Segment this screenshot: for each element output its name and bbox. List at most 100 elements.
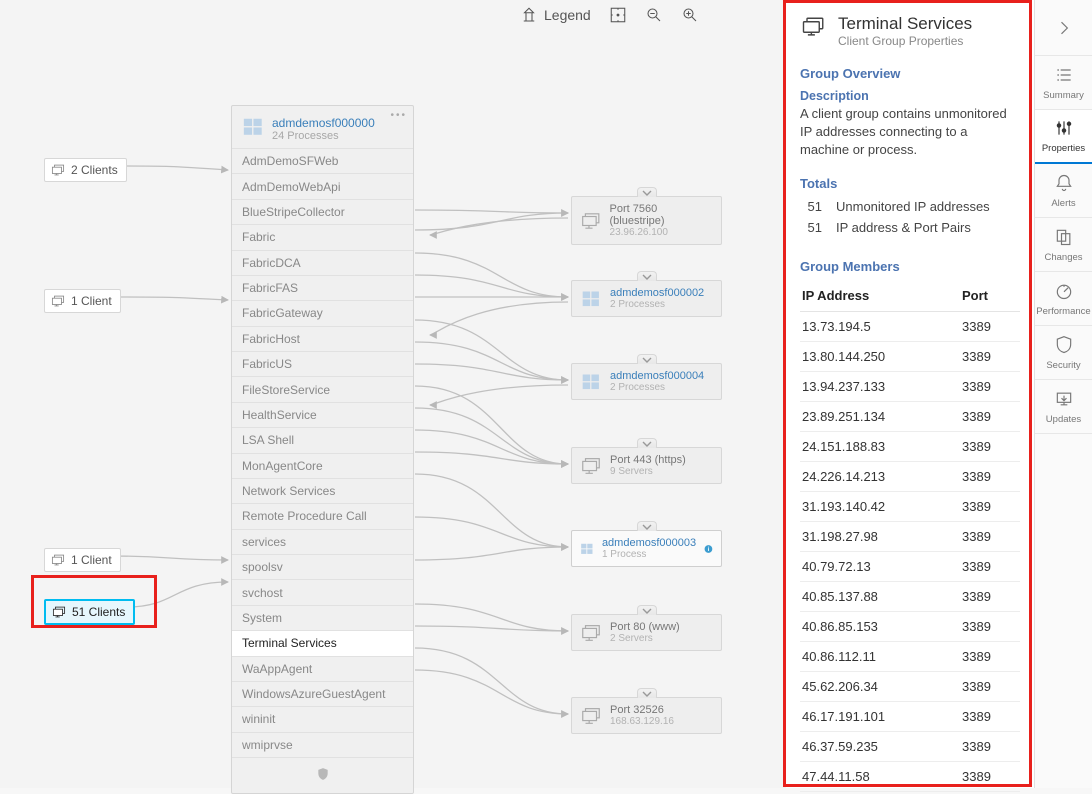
process-label: HealthService xyxy=(242,408,317,422)
expander-button[interactable] xyxy=(637,688,657,698)
process-row[interactable]: WaAppAgent xyxy=(232,656,413,681)
table-row[interactable]: 24.226.14.2133389 xyxy=(800,461,1020,491)
cell-port: 3389 xyxy=(960,731,1020,761)
port-node[interactable]: Port 443 (https)9 Servers xyxy=(571,447,722,484)
client-group-chip[interactable]: 1 Client xyxy=(44,548,121,572)
legend-button[interactable]: Legend xyxy=(520,6,591,24)
cell-ip: 13.80.144.250 xyxy=(800,341,960,371)
process-row[interactable]: Fabric xyxy=(232,224,413,249)
process-row[interactable]: AdmDemoWebApi xyxy=(232,173,413,198)
nav-performance[interactable]: Performance xyxy=(1035,272,1092,326)
table-row[interactable]: 13.94.237.1333389 xyxy=(800,371,1020,401)
nav-expand[interactable] xyxy=(1035,0,1092,56)
nav-changes[interactable]: Changes xyxy=(1035,218,1092,272)
table-row[interactable]: 40.86.112.113389 xyxy=(800,641,1020,671)
table-row[interactable]: 47.44.11.583389 xyxy=(800,761,1020,791)
cell-ip: 13.73.194.5 xyxy=(800,311,960,341)
port-node[interactable]: Port 32526168.63.129.16 xyxy=(571,697,722,734)
peer-title: admdemosf000003 xyxy=(602,537,696,549)
windows-icon xyxy=(580,289,602,309)
nav-label: Updates xyxy=(1046,414,1081,425)
process-row[interactable]: FabricHost xyxy=(232,326,413,351)
process-row[interactable]: FileStoreService xyxy=(232,376,413,401)
expander-button[interactable] xyxy=(637,605,657,615)
peer-title: Port 7560 (bluestripe) xyxy=(610,203,713,227)
server-group-icon xyxy=(580,706,602,726)
table-row[interactable]: 31.198.27.983389 xyxy=(800,521,1020,551)
process-row[interactable]: wininit xyxy=(232,706,413,731)
client-group-chip[interactable]: 1 Client xyxy=(44,289,121,313)
fit-button[interactable] xyxy=(609,6,627,24)
process-row[interactable]: svchost xyxy=(232,579,413,604)
process-row[interactable]: BlueStripeCollector xyxy=(232,199,413,224)
process-row[interactable]: HealthService xyxy=(232,402,413,427)
info-icon[interactable] xyxy=(704,542,713,556)
process-row[interactable]: services xyxy=(232,529,413,554)
expander-button[interactable] xyxy=(637,271,657,281)
port-node[interactable]: Port 7560 (bluestripe)23.96.26.100 xyxy=(571,196,722,245)
expander-button[interactable] xyxy=(637,354,657,364)
process-row[interactable]: LSA Shell xyxy=(232,427,413,452)
process-row[interactable]: MonAgentCore xyxy=(232,453,413,478)
process-row[interactable]: System xyxy=(232,605,413,630)
client-group-chip[interactable]: 2 Clients xyxy=(44,158,127,182)
expander-button[interactable] xyxy=(637,187,657,197)
server-node[interactable]: admdemosf0000042 Processes xyxy=(571,363,722,400)
process-label: wininit xyxy=(242,712,275,726)
nav-updates[interactable]: Updates xyxy=(1035,380,1092,434)
machine-node[interactable]: ••• admdemosf000000 24 Processes AdmDemo… xyxy=(231,105,414,794)
process-label: AdmDemoSFWeb xyxy=(242,154,338,168)
expander-button[interactable] xyxy=(637,521,657,531)
nav-summary[interactable]: Summary xyxy=(1035,56,1092,110)
table-row[interactable]: 13.73.194.53389 xyxy=(800,311,1020,341)
shield-icon xyxy=(316,766,330,782)
table-row[interactable]: 46.17.191.1013389 xyxy=(800,701,1020,731)
process-row[interactable]: Terminal Services xyxy=(232,630,413,655)
process-row[interactable]: Remote Procedure Call xyxy=(232,503,413,528)
expander-button[interactable] xyxy=(637,438,657,448)
table-row[interactable]: 13.80.144.2503389 xyxy=(800,341,1020,371)
table-row[interactable]: 40.86.85.1533389 xyxy=(800,611,1020,641)
process-row[interactable]: WindowsAzureGuestAgent xyxy=(232,681,413,706)
nav-alerts[interactable]: Alerts xyxy=(1035,164,1092,218)
table-row[interactable]: 24.151.188.833389 xyxy=(800,431,1020,461)
process-row[interactable]: FabricGateway xyxy=(232,300,413,325)
process-row[interactable]: wmiprvse xyxy=(232,732,413,757)
alerts-icon xyxy=(1054,173,1074,196)
chevron-down-icon xyxy=(642,608,652,614)
server-group-icon xyxy=(580,211,602,231)
zoom-out-icon xyxy=(645,6,663,24)
process-label: BlueStripeCollector xyxy=(242,205,345,219)
process-label: FileStoreService xyxy=(242,383,330,397)
nav-security[interactable]: Security xyxy=(1035,326,1092,380)
cell-ip: 46.37.59.235 xyxy=(800,731,960,761)
col-ip: IP Address xyxy=(800,282,960,312)
table-row[interactable]: 45.62.206.343389 xyxy=(800,671,1020,701)
peer-title: Port 32526 xyxy=(610,704,674,716)
port-node[interactable]: Port 80 (www)2 Servers xyxy=(571,614,722,651)
machine-node-header: admdemosf000000 24 Processes xyxy=(232,106,413,148)
nav-properties[interactable]: Properties xyxy=(1035,110,1092,164)
table-row[interactable]: 23.89.251.1343389 xyxy=(800,401,1020,431)
table-row[interactable]: 31.193.140.423389 xyxy=(800,491,1020,521)
node-menu-icon[interactable]: ••• xyxy=(390,110,407,121)
chevron-down-icon xyxy=(642,691,652,697)
process-row[interactable]: FabricUS xyxy=(232,351,413,376)
server-node[interactable]: admdemosf0000022 Processes xyxy=(571,280,722,317)
windows-icon xyxy=(580,539,594,559)
table-row[interactable]: 46.37.59.2353389 xyxy=(800,731,1020,761)
table-row[interactable]: 40.85.137.883389 xyxy=(800,581,1020,611)
peer-subtitle: 2 Servers xyxy=(610,633,680,644)
table-row[interactable]: 40.79.72.133389 xyxy=(800,551,1020,581)
chevron-down-icon xyxy=(642,190,652,196)
process-row[interactable]: spoolsv xyxy=(232,554,413,579)
zoom-in-button[interactable] xyxy=(681,6,699,24)
process-row[interactable]: FabricFAS xyxy=(232,275,413,300)
process-row[interactable]: AdmDemoSFWeb xyxy=(232,148,413,173)
server-node[interactable]: admdemosf0000031 Process xyxy=(571,530,722,567)
zoom-out-button[interactable] xyxy=(645,6,663,24)
process-row[interactable]: Network Services xyxy=(232,478,413,503)
properties-icon xyxy=(1054,118,1074,141)
process-row[interactable]: FabricDCA xyxy=(232,250,413,275)
cell-port: 3389 xyxy=(960,371,1020,401)
